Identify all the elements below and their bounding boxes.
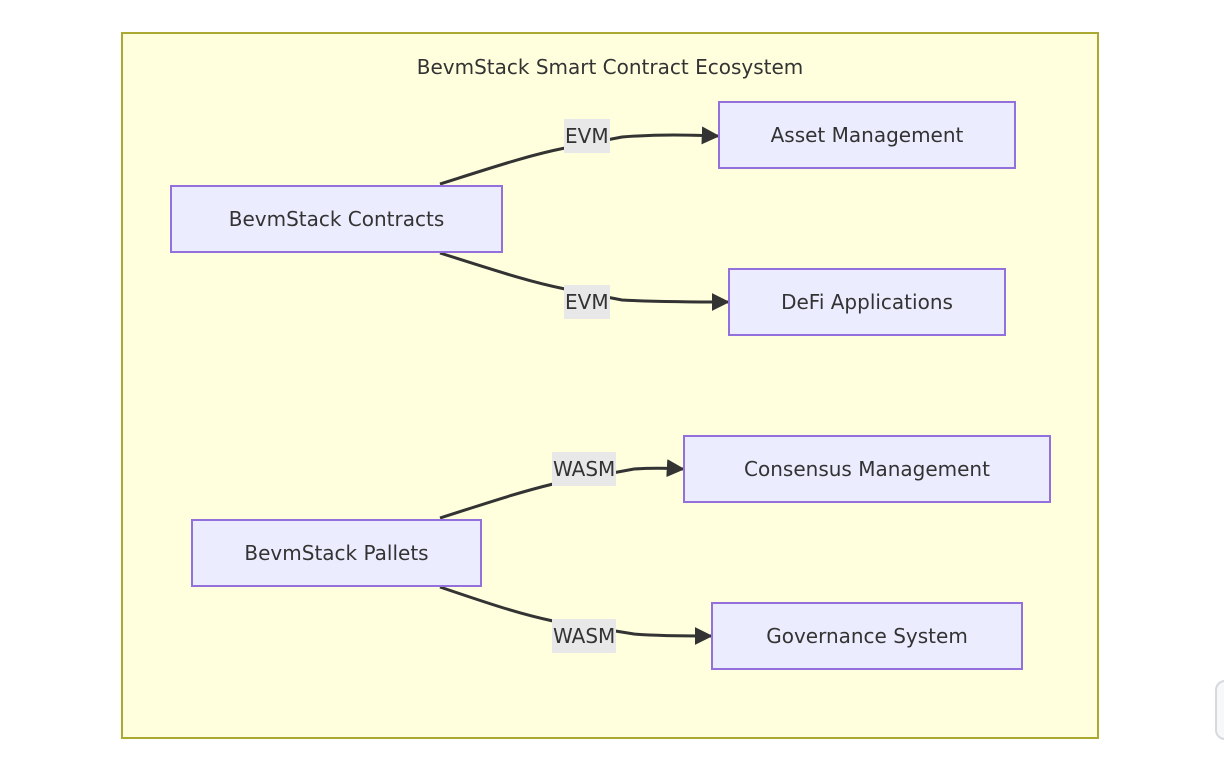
edge-label-evm-defi: EVM xyxy=(564,285,610,319)
node-bevmstack-contracts[interactable]: BevmStack Contracts xyxy=(170,185,503,253)
edge-label-evm-asset: EVM xyxy=(564,119,610,153)
node-label: Governance System xyxy=(766,624,968,648)
node-governance-system[interactable]: Governance System xyxy=(711,602,1023,670)
node-bevmstack-pallets[interactable]: BevmStack Pallets xyxy=(191,519,482,587)
node-asset-management[interactable]: Asset Management xyxy=(718,101,1016,169)
edge-label-wasm-governance: WASM xyxy=(552,619,617,653)
node-label: BevmStack Pallets xyxy=(244,541,429,565)
node-label: Consensus Management xyxy=(744,457,990,481)
node-label: Asset Management xyxy=(770,123,964,147)
node-label: DeFi Applications xyxy=(781,290,953,314)
node-label: BevmStack Contracts xyxy=(228,207,445,231)
node-defi-applications[interactable]: DeFi Applications xyxy=(728,268,1006,336)
edge-label-wasm-consensus: WASM xyxy=(552,452,617,486)
side-panel-tab[interactable] xyxy=(1215,680,1224,740)
node-consensus-management[interactable]: Consensus Management xyxy=(683,435,1051,503)
